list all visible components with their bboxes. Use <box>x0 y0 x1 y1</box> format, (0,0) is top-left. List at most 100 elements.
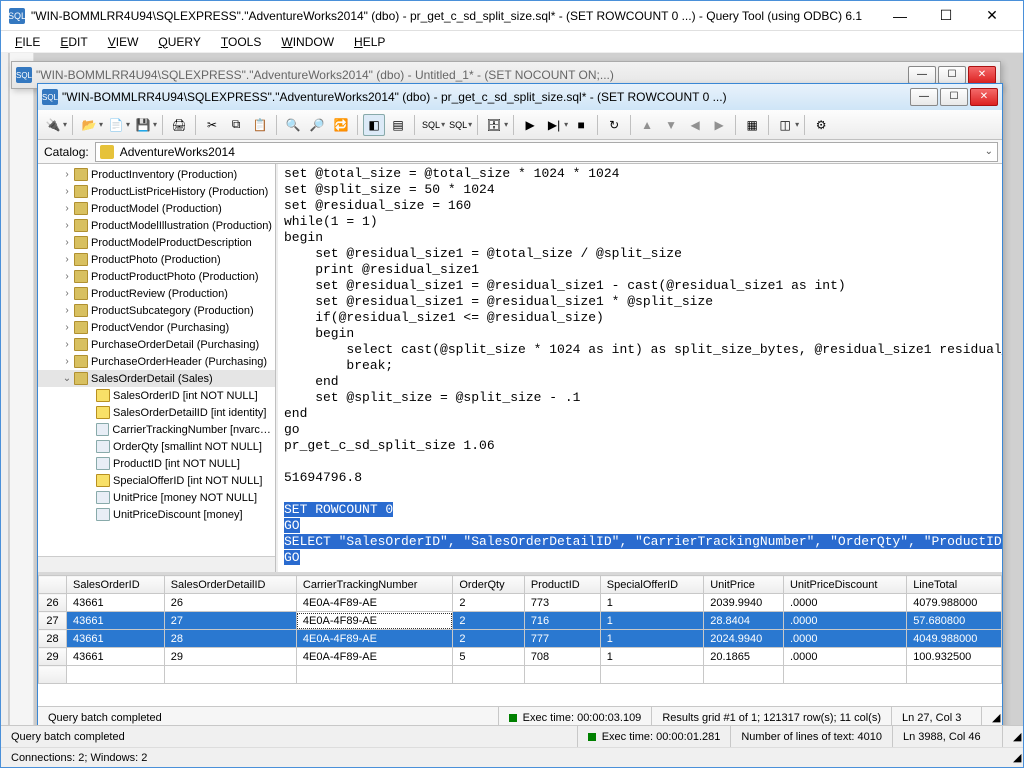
tree-column[interactable]: CarrierTrackingNumber [nvarchar] <box>38 421 275 438</box>
cell[interactable]: 4079.988000 <box>907 594 1002 612</box>
print-icon[interactable]: 🖨 <box>168 114 190 136</box>
menu-edit[interactable]: EDIT <box>52 33 95 51</box>
cell[interactable] <box>600 666 703 684</box>
row-header-corner[interactable] <box>39 576 67 594</box>
row-header[interactable]: 26 <box>39 594 67 612</box>
expand-icon[interactable]: › <box>60 271 74 282</box>
column-header[interactable]: SpecialOfferID <box>600 576 703 594</box>
collapse-icon[interactable]: ⌄ <box>60 373 74 384</box>
cell[interactable] <box>524 666 600 684</box>
cell[interactable]: 1 <box>600 648 703 666</box>
child-close-button[interactable]: ✕ <box>970 88 998 106</box>
close-button[interactable]: ✕ <box>969 2 1015 30</box>
tree-table[interactable]: ›ProductReview (Production) <box>38 285 275 302</box>
results-grid[interactable]: SalesOrderIDSalesOrderDetailIDCarrierTra… <box>38 575 1002 706</box>
cell[interactable]: 43661 <box>67 594 165 612</box>
resize-grip-icon[interactable]: ◢ <box>981 707 1002 725</box>
sql-batch-icon[interactable]: SQL <box>447 114 469 136</box>
menu-file[interactable]: FILE <box>7 33 48 51</box>
cell[interactable]: 777 <box>524 630 600 648</box>
cell[interactable] <box>164 666 296 684</box>
stop-icon[interactable]: ■ <box>570 114 592 136</box>
resize-grip-icon[interactable]: ◢ <box>1003 748 1023 767</box>
tree-table[interactable]: ›ProductModel (Production) <box>38 200 275 217</box>
cell[interactable] <box>907 666 1002 684</box>
expand-icon[interactable]: › <box>60 288 74 299</box>
table-row[interactable]: 2743661274E0A-4F89-AE2716128.8404.000057… <box>39 612 1002 630</box>
cell[interactable]: 4E0A-4F89-AE <box>296 648 452 666</box>
cell[interactable]: 4049.988000 <box>907 630 1002 648</box>
table-row[interactable] <box>39 666 1002 684</box>
dropdown-icon[interactable]: ▾ <box>795 120 799 129</box>
cell[interactable]: 100.932500 <box>907 648 1002 666</box>
settings-icon[interactable]: ⚙ <box>810 114 832 136</box>
table-row[interactable]: 2643661264E0A-4F89-AE277312039.9940.0000… <box>39 594 1002 612</box>
cell[interactable]: 43661 <box>67 630 165 648</box>
tree-table[interactable]: ›ProductModelIllustration (Production) <box>38 217 275 234</box>
save-icon[interactable]: 💾 <box>132 114 154 136</box>
tree-table[interactable]: ›ProductInventory (Production) <box>38 166 275 183</box>
expand-icon[interactable]: › <box>60 356 74 367</box>
menu-query[interactable]: QUERY <box>150 33 208 51</box>
cell[interactable] <box>453 666 524 684</box>
child-max-button[interactable]: ☐ <box>940 88 968 106</box>
dropdown-icon[interactable]: ▾ <box>99 120 103 129</box>
cell[interactable]: 1 <box>600 630 703 648</box>
menu-view[interactable]: VIEW <box>100 33 147 51</box>
tree-column[interactable]: OrderQty [smallint NOT NULL] <box>38 438 275 455</box>
cut-icon[interactable]: ✂ <box>201 114 223 136</box>
column-header[interactable]: OrderQty <box>453 576 524 594</box>
expand-icon[interactable]: › <box>60 322 74 333</box>
replace-icon[interactable]: 🔁 <box>330 114 352 136</box>
toggle-grid-icon[interactable]: ▤ <box>387 114 409 136</box>
dropdown-icon[interactable]: ▾ <box>63 120 67 129</box>
column-header[interactable]: UnitPriceDiscount <box>783 576 906 594</box>
grid-options-icon[interactable]: ▦ <box>741 114 763 136</box>
tree-table[interactable]: ›PurchaseOrderHeader (Purchasing) <box>38 353 275 370</box>
column-header[interactable]: UnitPrice <box>704 576 784 594</box>
expand-icon[interactable]: › <box>60 203 74 214</box>
cell[interactable]: 27 <box>164 612 296 630</box>
cell[interactable]: 5 <box>453 648 524 666</box>
paste-icon[interactable]: 📋 <box>249 114 271 136</box>
object-tree[interactable]: ›ProductInventory (Production)›ProductLi… <box>38 164 276 572</box>
maximize-button[interactable]: ☐ <box>923 2 969 30</box>
cell[interactable]: .0000 <box>783 612 906 630</box>
column-header[interactable]: LineTotal <box>907 576 1002 594</box>
toggle-tree-icon[interactable]: ◧ <box>363 114 385 136</box>
cell[interactable]: 29 <box>164 648 296 666</box>
cell[interactable]: 4E0A-4F89-AE <box>296 594 452 612</box>
child-min-button[interactable]: — <box>908 66 936 84</box>
expand-icon[interactable]: › <box>60 339 74 350</box>
child-max-button[interactable]: ☐ <box>938 66 966 84</box>
execute-icon[interactable]: ▶ <box>519 114 541 136</box>
cell[interactable] <box>783 666 906 684</box>
dropdown-icon[interactable]: ▾ <box>468 120 472 129</box>
cell[interactable]: 708 <box>524 648 600 666</box>
expand-icon[interactable]: › <box>60 305 74 316</box>
tree-table[interactable]: ›ProductModelProductDescription <box>38 234 275 251</box>
column-header[interactable]: SalesOrderDetailID <box>164 576 296 594</box>
cell[interactable]: 57.680800 <box>907 612 1002 630</box>
dropdown-icon[interactable]: ▾ <box>441 120 445 129</box>
horizontal-scrollbar[interactable] <box>38 556 275 572</box>
window-icon[interactable]: ◫ <box>774 114 796 136</box>
cell[interactable]: 20.1865 <box>704 648 784 666</box>
cell[interactable]: 2039.9940 <box>704 594 784 612</box>
tree-table[interactable]: ›ProductPhoto (Production) <box>38 251 275 268</box>
cell[interactable]: 2 <box>453 630 524 648</box>
tree-column[interactable]: SpecialOfferID [int NOT NULL] <box>38 472 275 489</box>
open-icon[interactable]: 📂 <box>78 114 100 136</box>
cell[interactable]: 43661 <box>67 648 165 666</box>
row-header[interactable]: 27 <box>39 612 67 630</box>
tree-table[interactable]: ›ProductVendor (Purchasing) <box>38 319 275 336</box>
cell[interactable] <box>296 666 452 684</box>
tree-table[interactable]: ›ProductProductPhoto (Production) <box>38 268 275 285</box>
cell[interactable]: 4E0A-4F89-AE <box>296 630 452 648</box>
expand-icon[interactable]: › <box>60 169 74 180</box>
tree-table[interactable]: ›ProductSubcategory (Production) <box>38 302 275 319</box>
cell[interactable]: 2024.9940 <box>704 630 784 648</box>
cell[interactable] <box>67 666 165 684</box>
cell[interactable]: 26 <box>164 594 296 612</box>
menu-window[interactable]: WINDOW <box>273 33 342 51</box>
